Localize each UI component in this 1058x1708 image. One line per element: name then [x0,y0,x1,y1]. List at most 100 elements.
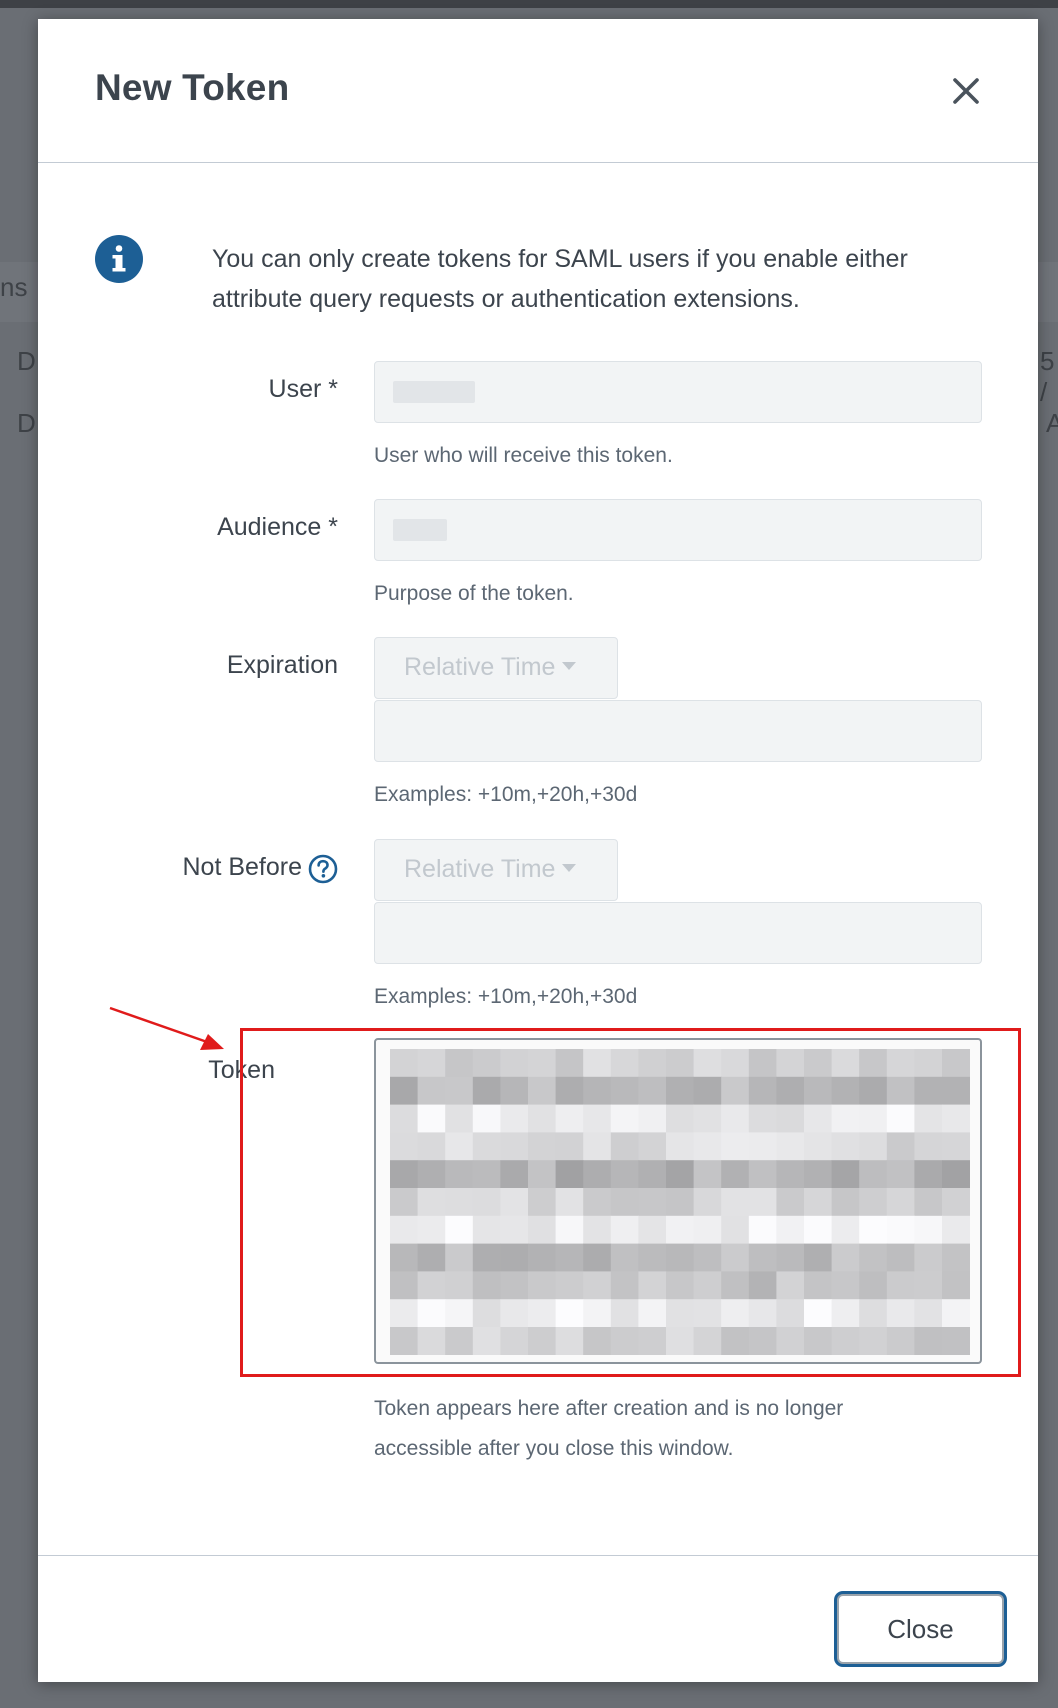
redacted-pixel [804,1104,833,1133]
redacted-pixel [748,1160,777,1189]
redacted-pixel [804,1160,833,1189]
redacted-pixel [914,1215,943,1245]
redacted-pixel [721,1271,750,1300]
redacted-pixel [831,1160,860,1189]
redacted-pixel [776,1188,805,1217]
redacted-value [393,381,475,403]
redacted-pixel [583,1188,612,1217]
redacted-pixel [583,1104,612,1133]
audience-help-text: Purpose of the token. [374,582,574,605]
redacted-pixel [831,1243,860,1272]
redacted-pixel [748,1104,777,1133]
redacted-pixel [555,1299,584,1328]
redacted-pixel [583,1299,612,1328]
redacted-pixel [583,1132,612,1161]
redacted-pixel [666,1215,695,1245]
redacted-pixel [748,1243,777,1272]
redacted-pixel [693,1271,722,1300]
redacted-pixel [472,1327,501,1355]
redacted-pixel [555,1243,584,1272]
redacted-pixel [610,1132,639,1161]
user-label: User * [268,375,338,403]
redacted-pixel [417,1243,446,1272]
redacted-pixel [666,1271,695,1300]
dropdown-value: Relative Time [404,653,556,681]
redacted-pixel [914,1104,943,1133]
redacted-pixel [693,1299,722,1328]
modal-title: New Token [95,67,290,108]
close-icon[interactable] [948,73,984,109]
redacted-pixel [914,1160,943,1189]
redacted-pixel [445,1188,474,1217]
redacted-pixel [666,1327,695,1355]
redacted-pixel [417,1271,446,1300]
redacted-pixel [693,1104,722,1133]
redacted-pixel [500,1132,529,1161]
redacted-pixel [804,1049,833,1078]
not-before-type-dropdown[interactable]: Relative Time [374,839,618,901]
redacted-pixel [942,1076,970,1106]
redacted-pixel [583,1160,612,1189]
close-button[interactable]: Close [837,1594,1004,1664]
redacted-pixel [445,1215,474,1245]
redacted-pixel [390,1076,419,1106]
question-circle-icon[interactable] [308,854,338,884]
redacted-pixel [748,1327,777,1355]
expiration-type-dropdown[interactable]: Relative Time [374,637,618,699]
expiration-help-text: Examples: +10m,+20h,+30d [374,783,638,806]
redacted-pixel [942,1104,970,1133]
redacted-pixel [610,1215,639,1245]
redacted-pixel [776,1271,805,1300]
redacted-pixel [500,1188,529,1217]
redacted-pixel [804,1215,833,1245]
background-topbar [0,0,1058,8]
redacted-pixel [776,1299,805,1328]
redacted-pixel [886,1215,915,1245]
redacted-pixel [859,1327,888,1355]
redacted-pixel [528,1243,557,1272]
redacted-pixel [693,1215,722,1245]
redacted-pixel [390,1215,419,1245]
not-before-input[interactable] [374,902,982,964]
redacted-pixel [500,1327,529,1355]
redacted-pixel [445,1049,474,1078]
redacted-pixel [555,1160,584,1189]
redacted-pixel [390,1188,419,1217]
redacted-pixel [776,1104,805,1133]
redacted-pixel [390,1104,419,1133]
redacted-pixel [417,1049,446,1078]
redacted-pixel [831,1271,860,1300]
redacted-pixel [886,1299,915,1328]
redacted-pixel [748,1271,777,1300]
redacted-pixel [721,1049,750,1078]
redacted-pixel [831,1327,860,1355]
redacted-pixel [528,1299,557,1328]
redacted-pixel [583,1327,612,1355]
redacted-pixel [914,1271,943,1300]
token-textarea[interactable] [374,1038,982,1364]
redacted-pixel [417,1327,446,1355]
redacted-pixel [472,1104,501,1133]
audience-input[interactable] [374,499,982,561]
annotation-arrow-icon [109,1006,224,1050]
redacted-pixel [445,1299,474,1328]
redacted-pixel [445,1327,474,1355]
modal-header: New Token [38,19,1038,163]
redacted-pixel [804,1243,833,1272]
redacted-pixel [748,1188,777,1217]
redacted-pixel [776,1243,805,1272]
redacted-pixel [831,1299,860,1328]
expiration-input[interactable] [374,700,982,762]
redacted-pixel [472,1215,501,1245]
redacted-pixel [886,1076,915,1106]
expiration-label: Expiration [226,651,338,679]
redacted-pixel [472,1132,501,1161]
redacted-pixel [804,1076,833,1106]
redacted-pixel [831,1049,860,1078]
redacted-pixel [721,1076,750,1106]
redacted-pixel [528,1104,557,1133]
redacted-pixel [804,1271,833,1300]
user-input[interactable] [374,361,982,423]
redacted-pixel [528,1188,557,1217]
redacted-pixel [417,1104,446,1133]
